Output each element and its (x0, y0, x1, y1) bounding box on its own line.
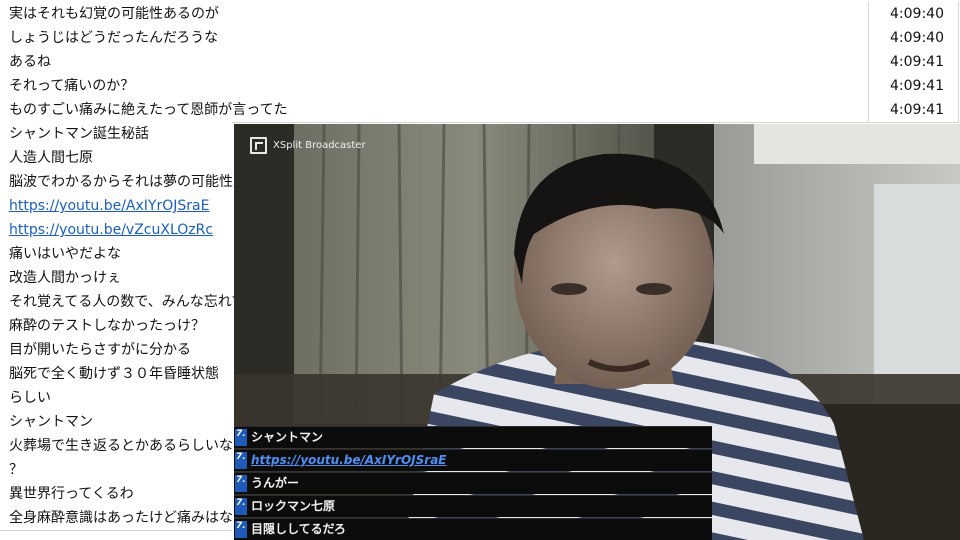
comment-row[interactable]: ？ (0, 458, 232, 483)
comment-text: シャントマン (9, 414, 93, 430)
overlay-badge: 7. (235, 498, 247, 515)
overlay-comment-text: うんがー (251, 476, 300, 490)
comment-text: 脳波でわかるからそれは夢の可能性ない (9, 174, 261, 190)
comment-text: 人造人間七原 (9, 150, 93, 166)
comment-text: 改造人間かっけぇ (9, 270, 121, 286)
overlay-comment: 7. 目隠ししてるだろ (234, 518, 712, 540)
overlay-badge: 7. (235, 475, 247, 492)
column-divider (868, 2, 869, 26)
comment-row[interactable]: https://youtu.be/AxIYrOJSraE (0, 194, 232, 219)
comment-text: 目が開いたらさすがに分かる (9, 342, 191, 358)
xsplit-icon (250, 137, 267, 154)
comment-row[interactable]: しょうじはどうだったんだろうな 4:09:40 (0, 26, 959, 51)
comment-time: 4:09:41 (890, 54, 944, 70)
comment-text: 脳死で全く動けず３０年昏睡状態 (9, 366, 219, 382)
comment-row[interactable]: シャントマン (0, 410, 232, 435)
comment-time: 4:09:40 (890, 6, 944, 22)
comment-row[interactable]: 脳死で全く動けず３０年昏睡状態 (0, 362, 232, 387)
column-divider (868, 74, 869, 98)
comment-text: それ覚えてる人の数で、みんな忘れてる (9, 294, 260, 310)
overlay-comment: 7. うんがー (234, 472, 712, 494)
comment-text: 実はそれも幻覚の可能性あるのが (9, 6, 219, 22)
comment-link[interactable]: https://youtu.be/AxIYrOJSraE (9, 196, 209, 216)
comment-text: しょうじはどうだったんだろうな (9, 30, 219, 46)
comment-row[interactable]: 火葬場で生き返るとかあるらしいな (0, 434, 233, 459)
comment-row[interactable]: 実はそれも幻覚の可能性あるのが 4:09:40 (0, 2, 959, 27)
comment-text: ものすごい痛みに絶えたって恩師が言ってた (9, 102, 288, 118)
comment-time: 4:09:40 (890, 30, 944, 46)
comment-row[interactable]: 異世界行ってくるわ (0, 482, 232, 507)
comment-text: それって痛いのか？ (9, 78, 135, 94)
comment-link[interactable]: https://youtu.be/vZcuXLOzRc (9, 220, 213, 240)
stream-video[interactable]: XSplit Broadcaster 7. シャントマン 7. https://… (234, 124, 960, 540)
comment-row[interactable]: 目が開いたらさすがに分かる (0, 338, 232, 363)
overlay-badge: 7. (235, 521, 247, 538)
overlay-comment-text: ロックマン七原 (251, 499, 336, 513)
overlay-badge: 7. (235, 429, 247, 446)
comment-time: 4:09:41 (890, 102, 944, 118)
comment-time: 4:09:41 (890, 78, 944, 94)
comment-row[interactable]: 脳波でわかるからそれは夢の可能性ない (0, 170, 261, 195)
comment-text: 麻酔のテストしなかったっけ？ (9, 318, 205, 334)
comment-row[interactable]: それって痛いのか？ 4:09:41 (0, 74, 959, 99)
overlay-comment: 7. ロックマン七原 (234, 495, 712, 517)
comment-row[interactable]: シャントマン誕生秘話 (0, 122, 232, 147)
comment-text: 痛いはいやだよな (9, 246, 121, 262)
comment-text: らしい (9, 390, 51, 406)
overlay-comment-text: 目隠ししてるだろ (251, 522, 346, 536)
overlay-badge: 7. (235, 452, 247, 469)
comment-row[interactable]: 改造人間かっけぇ (0, 266, 232, 291)
comment-row[interactable]: 人造人間七原 (0, 146, 232, 171)
xsplit-brand-text: XSplit Broadcaster (273, 140, 366, 151)
column-divider (868, 50, 869, 74)
comment-text: あるね (9, 54, 51, 70)
comment-text: 火葬場で生き返るとかあるらしいな (9, 438, 233, 454)
comment-row[interactable]: 痛いはいやだよな (0, 242, 232, 267)
overlay-comment-feed: 7. シャントマン 7. https://youtu.be/AxIYrOJSra… (234, 426, 712, 540)
comment-text: ？ (9, 462, 23, 478)
overlay-comment-text: シャントマン (251, 430, 324, 444)
comment-row[interactable]: 全身麻酔意識はあったけど痛みはなかった (0, 506, 275, 531)
comment-text: シャントマン誕生秘話 (9, 126, 149, 142)
column-divider (868, 98, 869, 122)
comment-row[interactable]: ものすごい痛みに絶えたって恩師が言ってた 4:09:41 (0, 98, 959, 123)
overlay-comment: 7. シャントマン (234, 426, 712, 448)
comment-text: 異世界行ってくるわ (9, 486, 134, 502)
comment-row[interactable]: https://youtu.be/vZcuXLOzRc (0, 218, 232, 243)
xsplit-logo: XSplit Broadcaster (250, 137, 366, 154)
comment-row[interactable]: あるね 4:09:41 (0, 50, 959, 75)
overlay-comment-link[interactable]: https://youtu.be/AxIYrOJSraE (251, 451, 447, 470)
comment-row[interactable]: らしい (0, 386, 232, 411)
column-divider (868, 26, 869, 50)
overlay-comment: 7. https://youtu.be/AxIYrOJSraE (234, 449, 712, 471)
comment-row[interactable]: 麻酔のテストしなかったっけ？ (0, 314, 232, 339)
comment-row[interactable]: それ覚えてる人の数で、みんな忘れてる (0, 290, 259, 315)
